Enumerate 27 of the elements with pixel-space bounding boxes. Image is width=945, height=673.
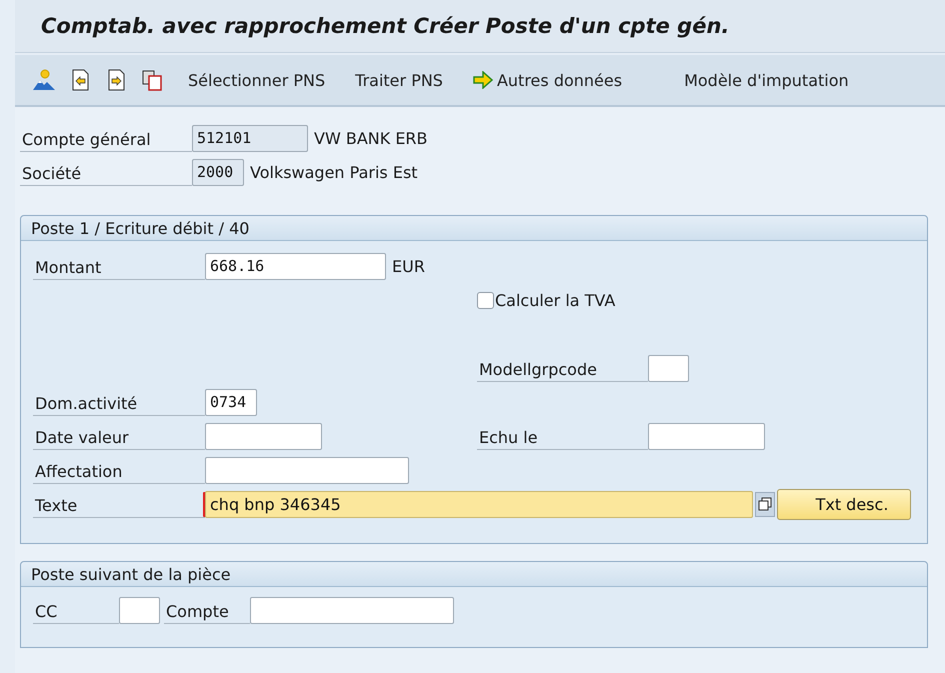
input-field[interactable] xyxy=(119,596,160,624)
checkbox-label: Calculer la TVA xyxy=(495,290,616,310)
description-text: Volkswagen Paris Est xyxy=(250,162,418,182)
input-field[interactable] xyxy=(250,596,454,624)
input-field[interactable] xyxy=(205,456,409,484)
input-field[interactable] xyxy=(648,354,689,382)
input-field[interactable]: 2000 xyxy=(192,158,244,186)
input-field[interactable]: 0734 xyxy=(205,388,257,416)
arrow-icon xyxy=(472,71,493,89)
toolbar-button[interactable]: Autres données xyxy=(466,66,628,94)
checkbox[interactable] xyxy=(477,292,494,308)
input-field[interactable] xyxy=(648,422,765,450)
currency-label: EUR xyxy=(392,256,425,276)
section-title: Poste suivant de la pièce xyxy=(31,564,231,584)
section-title: Poste 1 / Ecriture débit / 40 xyxy=(31,218,250,238)
input-field[interactable]: 512101 xyxy=(192,124,308,152)
description-text: VW BANK ERB xyxy=(314,128,428,148)
copy-icon[interactable] xyxy=(755,492,775,516)
input-field[interactable]: 668.16 xyxy=(205,252,386,280)
long-text-button[interactable]: Txt desc. xyxy=(777,488,911,520)
input-field[interactable] xyxy=(205,422,322,450)
toolbar-button[interactable]: Sélectionner PNS xyxy=(182,66,332,94)
copy-icon[interactable] xyxy=(140,68,164,92)
input-field[interactable]: chq bnp 346345 xyxy=(205,490,753,518)
window-title: Comptab. avec rapprochement Créer Poste d'un cpte gén. xyxy=(41,14,730,38)
toolbar-button[interactable]: Traiter PNS xyxy=(349,66,449,94)
toolbar-button[interactable]: Modèle d'imputation xyxy=(678,66,855,94)
